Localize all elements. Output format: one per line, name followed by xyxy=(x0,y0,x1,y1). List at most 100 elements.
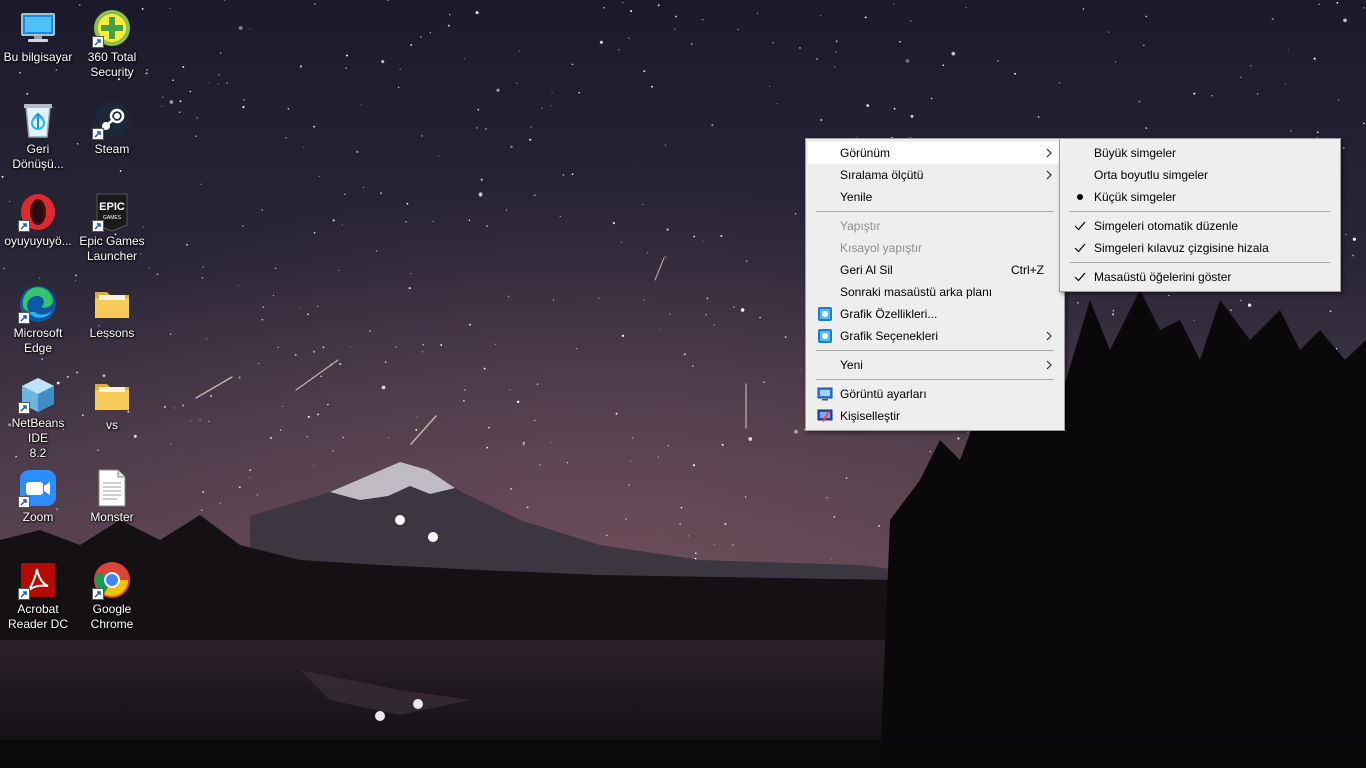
desktop-icon-label: NetBeans IDE 8.2 xyxy=(11,416,65,458)
desktop-icon-label: Epic Games Launcher xyxy=(79,234,145,263)
recycle-bin-icon xyxy=(18,100,58,140)
shortcut-arrow-icon xyxy=(18,312,30,324)
desktop-icon[interactable]: vs xyxy=(74,370,150,458)
desktop-icon[interactable]: NetBeans IDE 8.2 xyxy=(0,370,76,458)
menu-item-paste[interactable]: Yapıştır xyxy=(808,215,1062,237)
desktop-icon-label: 360 Total Security xyxy=(87,50,137,79)
menu-item-new[interactable]: Yeni xyxy=(808,354,1062,376)
desktop-icon[interactable]: Lessons xyxy=(74,278,150,366)
view-submenu: Büyük simgeler Orta boyutlu simgeler Küç… xyxy=(1059,138,1341,292)
submenu-item-show-desktop-icons-label: Masaüstü öğelerini göster xyxy=(1094,270,1232,284)
submenu-item-auto-arrange-label: Simgeleri otomatik düzenle xyxy=(1094,219,1239,233)
desktop-icon[interactable]: Microsoft Edge xyxy=(0,278,76,366)
desktop-wallpaper xyxy=(0,0,1366,768)
keyboard-shortcut: Ctrl+Z xyxy=(1011,263,1044,277)
desktop-icon-label: Google Chrome xyxy=(90,602,134,631)
desktop-icon-label: Geri Dönüşü... xyxy=(12,142,64,171)
epic-logo-subtext: GAMES xyxy=(103,215,122,221)
menu-item-paste-shortcut-label: Kısayol yapıştır xyxy=(840,241,923,255)
desktop-icon-label: Lessons xyxy=(89,326,135,340)
menu-item-undo-delete[interactable]: Geri Al Sil Ctrl+Z xyxy=(808,259,1062,281)
submenu-item-small-icons-label: Küçük simgeler xyxy=(1094,190,1177,204)
shortcut-arrow-icon xyxy=(92,588,104,600)
shortcut-arrow-icon xyxy=(92,36,104,48)
epic-games-icon: EPIC GAMES xyxy=(92,192,132,232)
acrobat-icon xyxy=(18,560,58,600)
desktop-icon[interactable]: Google Chrome xyxy=(74,554,150,642)
opera-icon xyxy=(18,192,58,232)
menu-item-display-settings[interactable]: Görüntü ayarları xyxy=(808,383,1062,405)
edge-icon xyxy=(18,284,58,324)
shortcut-arrow-icon xyxy=(18,588,30,600)
submenu-item-medium-icons[interactable]: Orta boyutlu simgeler xyxy=(1062,164,1338,186)
chevron-right-icon xyxy=(1046,360,1052,370)
chevron-right-icon xyxy=(1046,148,1052,158)
text-file-icon xyxy=(92,468,132,508)
menu-separator xyxy=(816,350,1054,351)
menu-separator xyxy=(816,379,1054,380)
desktop-icon-label: Monster xyxy=(90,510,134,524)
menu-item-personalize[interactable]: Kişiselleştir xyxy=(808,405,1062,427)
steam-icon xyxy=(92,100,132,140)
checkmark-icon xyxy=(1072,266,1088,288)
submenu-item-large-icons-label: Büyük simgeler xyxy=(1094,146,1177,160)
desktop-icon-label: Microsoft Edge xyxy=(13,326,63,355)
menu-item-graphics-options-label: Grafik Seçenekleri xyxy=(840,329,939,343)
desktop-icon[interactable]: Zoom xyxy=(0,462,76,550)
shortcut-arrow-icon xyxy=(92,128,104,140)
submenu-item-show-desktop-icons[interactable]: Masaüstü öğelerini göster xyxy=(1062,266,1338,288)
submenu-item-align-to-grid-label: Simgeleri kılavuz çizgisine hizala xyxy=(1094,241,1269,255)
shortcut-arrow-icon xyxy=(18,496,30,508)
menu-item-refresh-label: Yenile xyxy=(840,190,873,204)
shortcut-arrow-icon xyxy=(18,220,30,232)
menu-separator xyxy=(1070,211,1330,212)
menu-item-graphics-options[interactable]: Grafik Seçenekleri xyxy=(808,325,1062,347)
folder-icon xyxy=(92,376,132,416)
epic-logo-text: EPIC xyxy=(99,201,125,213)
menu-item-paste-shortcut[interactable]: Kısayol yapıştır xyxy=(808,237,1062,259)
intel-graphics-icon xyxy=(818,307,832,321)
menu-item-graphics-properties[interactable]: Grafik Özellikleri... xyxy=(808,303,1062,325)
folder-icon xyxy=(92,284,132,324)
desktop-icon-label: vs xyxy=(106,418,118,432)
menu-item-view[interactable]: Görünüm xyxy=(808,142,1062,164)
menu-item-sort-by[interactable]: Sıralama ölçütü xyxy=(808,164,1062,186)
zoom-icon xyxy=(18,468,58,508)
radio-bullet-icon xyxy=(1072,186,1088,208)
desktop-icon[interactable]: oyuyuyuyö... xyxy=(0,186,76,274)
shortcut-arrow-icon xyxy=(18,402,30,414)
submenu-item-small-icons[interactable]: Küçük simgeler xyxy=(1062,186,1338,208)
desktop-icon-label: Steam xyxy=(94,142,130,156)
chevron-right-icon xyxy=(1046,170,1052,180)
menu-separator xyxy=(816,211,1054,212)
display-icon xyxy=(817,387,833,401)
desktop-icon[interactable]: Steam xyxy=(74,94,150,182)
this-pc-icon xyxy=(18,8,58,48)
chevron-right-icon xyxy=(1046,331,1052,341)
checkmark-icon xyxy=(1072,237,1088,259)
menu-item-sort-by-label: Sıralama ölçütü xyxy=(840,168,924,182)
desktop-icon[interactable]: Bu bilgisayar xyxy=(0,2,76,90)
personalize-icon xyxy=(817,409,833,422)
submenu-item-auto-arrange[interactable]: Simgeleri otomatik düzenle xyxy=(1062,215,1338,237)
desktop-context-menu: Görünüm Sıralama ölçütü Yenile Yapıştır … xyxy=(805,138,1065,431)
menu-item-personalize-label: Kişiselleştir xyxy=(840,409,901,423)
menu-item-next-background[interactable]: Sonraki masaüstü arka planı xyxy=(808,281,1062,303)
submenu-item-medium-icons-label: Orta boyutlu simgeler xyxy=(1094,168,1209,182)
menu-separator xyxy=(1070,262,1330,263)
submenu-item-large-icons[interactable]: Büyük simgeler xyxy=(1062,142,1338,164)
desktop-icon[interactable]: 360 Total Security xyxy=(74,2,150,90)
desktop-icon[interactable]: Monster xyxy=(74,462,150,550)
menu-item-display-settings-label: Görüntü ayarları xyxy=(840,387,927,401)
desktop-icon[interactable]: Acrobat Reader DC xyxy=(0,554,76,642)
menu-item-refresh[interactable]: Yenile xyxy=(808,186,1062,208)
desktop-icon[interactable]: EPIC GAMES Epic Games Launcher xyxy=(74,186,150,274)
submenu-item-align-to-grid[interactable]: Simgeleri kılavuz çizgisine hizala xyxy=(1062,237,1338,259)
menu-item-new-label: Yeni xyxy=(840,358,863,372)
desktop-icon-label: Acrobat Reader DC xyxy=(7,602,69,631)
chrome-icon xyxy=(92,560,132,600)
menu-item-view-label: Görünüm xyxy=(840,146,891,160)
desktop-icon-label: oyuyuyuyö... xyxy=(4,234,72,248)
desktop-icon[interactable]: Geri Dönüşü... xyxy=(0,94,76,182)
checkmark-icon xyxy=(1072,215,1088,237)
